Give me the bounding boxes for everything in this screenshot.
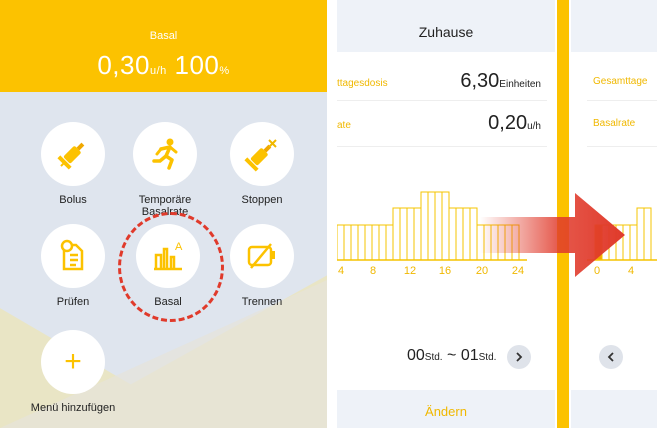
time-range-selector: 00Std. ~ 01Std. [337,340,547,370]
header-title: Basal [149,30,178,42]
bolus-button[interactable]: Bolus [23,122,123,206]
prev-range-button[interactable] [599,345,623,369]
chart-tick: 16 [439,265,451,277]
total-dose-number: 6,30 [460,70,500,92]
highlight-ring [118,212,224,322]
chevron-right-icon [516,352,523,362]
range-end-unit: Std. [478,352,497,363]
disconnect-button[interactable]: Trennen [212,224,312,308]
row-divider [587,146,657,147]
basal-rate-label: Basalrate [593,118,636,129]
disconnect-label: Trennen [241,296,283,308]
add-menu-button[interactable]: + Menü hinzufügen [18,330,128,414]
plus-icon: + [41,330,105,394]
check-button[interactable]: Prüfen [23,224,123,308]
chevron-left-icon [607,352,614,362]
check-label: Prüfen [56,296,90,308]
edit-button-area [571,390,657,428]
edit-button[interactable]: Ändern [337,390,555,428]
basal-rate-number: 0,20 [488,112,528,134]
next-range-button[interactable] [507,345,531,369]
total-dose-value: 6,30Einheiten [460,70,541,93]
home-screen: Basal 0,30u/h 100% Bolus Temporäre Basal… [0,0,327,428]
syringe-icon [41,122,105,186]
document-check-icon [41,224,105,288]
chart-tick: 4 [338,265,344,277]
bolus-label: Bolus [59,194,87,206]
chart-tick: 8 [370,265,376,277]
profile-title: Zuhause [337,12,555,52]
percent-unit: % [219,65,230,77]
chart-tick: 12 [404,265,416,277]
disconnect-icon [230,224,294,288]
time-range-text: 00Std. ~ 01Std. [407,347,496,365]
range-start-unit: Std. [424,352,443,363]
range-end: 01 [460,347,479,364]
range-start: 00 [407,347,425,364]
basal-rate-unit: u/h [527,121,541,132]
total-dose-label: ttagesdosis [337,78,388,89]
basal-status-header[interactable]: Basal 0,30u/h 100% [0,0,327,92]
rate-value: 0,30 [97,50,150,80]
percent-value: 100 [174,50,220,80]
add-menu-label: Menü hinzufügen [30,402,116,414]
stop-label: Stoppen [241,194,283,206]
total-dose-row: ttagesdosis 6,30Einheiten [337,68,547,101]
rate-unit: u/h [149,65,167,77]
running-person-icon [133,122,197,186]
arrow-right-icon [480,193,625,277]
row-divider [587,100,657,101]
basal-rate-row: ate 0,20u/h [337,110,547,147]
plus-glyph: + [64,345,82,378]
total-dose-unit: Einheiten [499,79,541,90]
stop-button[interactable]: Stoppen [212,122,312,206]
basal-rate-value: 0,20u/h [488,112,541,135]
temp-basal-button[interactable]: Temporäre Basalrate [115,122,215,218]
syringe-stop-icon [230,122,294,186]
basal-rate-display: 0,30u/h 100% [0,50,327,81]
basal-rate-label: ate [337,120,351,131]
range-separator: ~ [447,347,457,364]
profile-header [571,12,657,52]
total-dose-label: Gesamttage [593,76,648,87]
